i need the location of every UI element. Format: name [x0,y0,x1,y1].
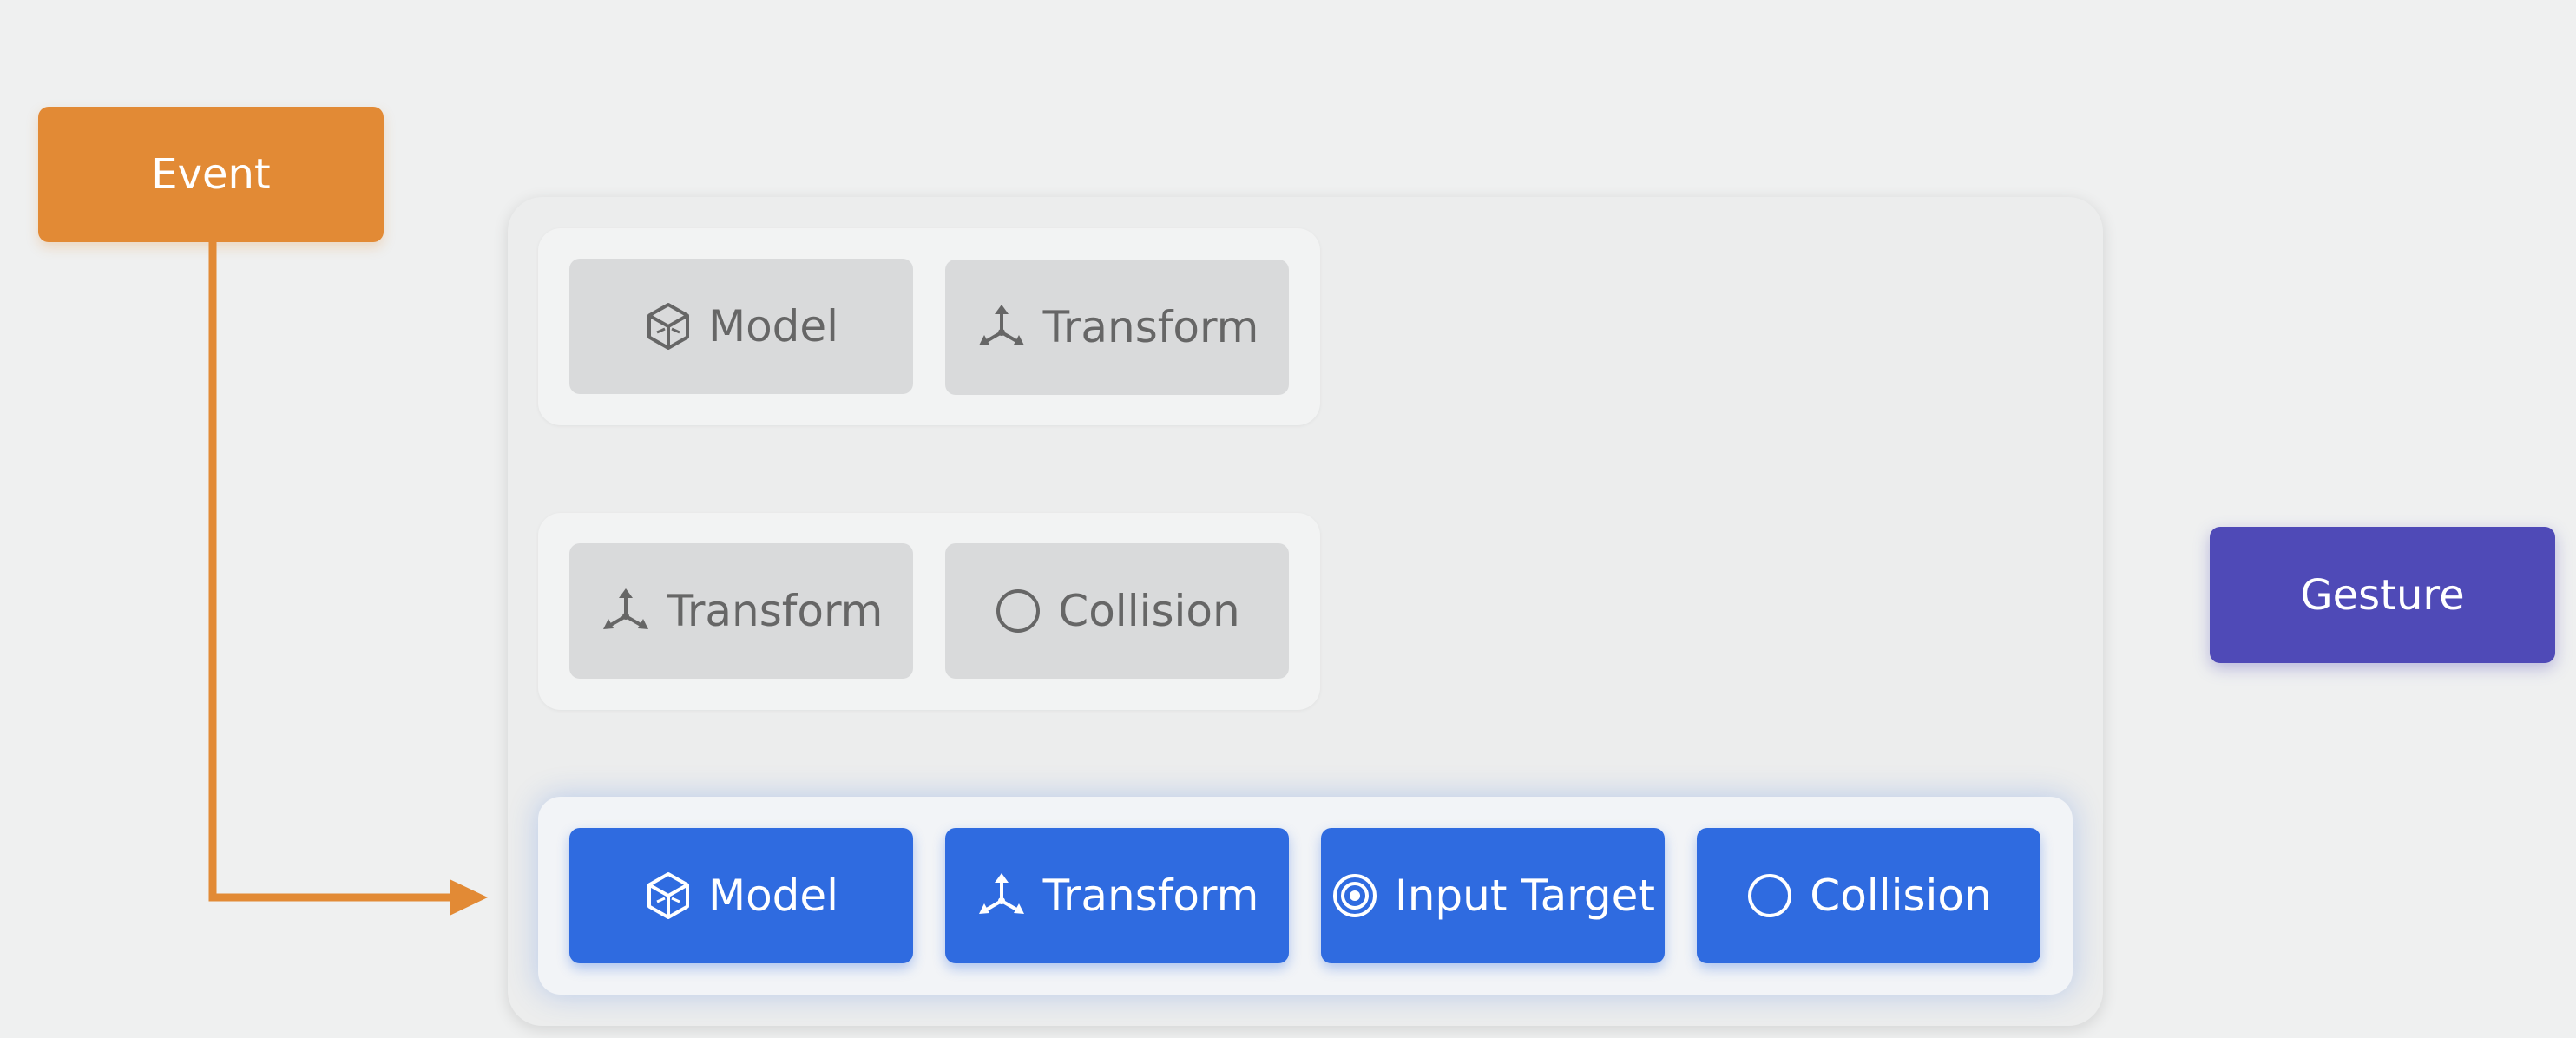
cube-icon [647,872,689,919]
circle-icon [996,589,1041,633]
event-arrow-head [450,879,488,916]
component-label: Transform [667,586,884,636]
gesture-node: Gesture [2210,527,2555,663]
component-label: Transform [1042,870,1259,921]
component-transform: Transform [945,828,1289,963]
event-label: Event [151,150,271,199]
component-label: Model [707,870,839,921]
component-collision: Collision [1697,828,2040,963]
target-icon [1332,874,1377,917]
component-collision: Collision [945,543,1289,679]
component-label: Collision [1058,586,1240,636]
transform-axes-icon [978,873,1024,914]
component-model: Model [569,828,913,963]
component-model: Model [569,259,913,394]
component-label: Transform [1042,302,1259,352]
component-label: Input Target [1394,870,1656,921]
event-arrow-line [208,242,456,902]
event-node: Event [38,107,384,242]
diagram-canvas: Event Model Transform Transform Collisio… [0,0,2576,1038]
component-transform: Transform [569,543,913,679]
component-input-target: Input Target [1321,828,1665,963]
component-transform: Transform [945,260,1289,395]
transform-axes-icon [978,305,1024,345]
gesture-label: Gesture [2300,570,2465,620]
component-label: Model [707,301,839,351]
cube-icon [647,303,689,350]
transform-axes-icon [602,588,648,629]
circle-icon [1748,874,1792,917]
component-label: Collision [1810,870,1992,921]
